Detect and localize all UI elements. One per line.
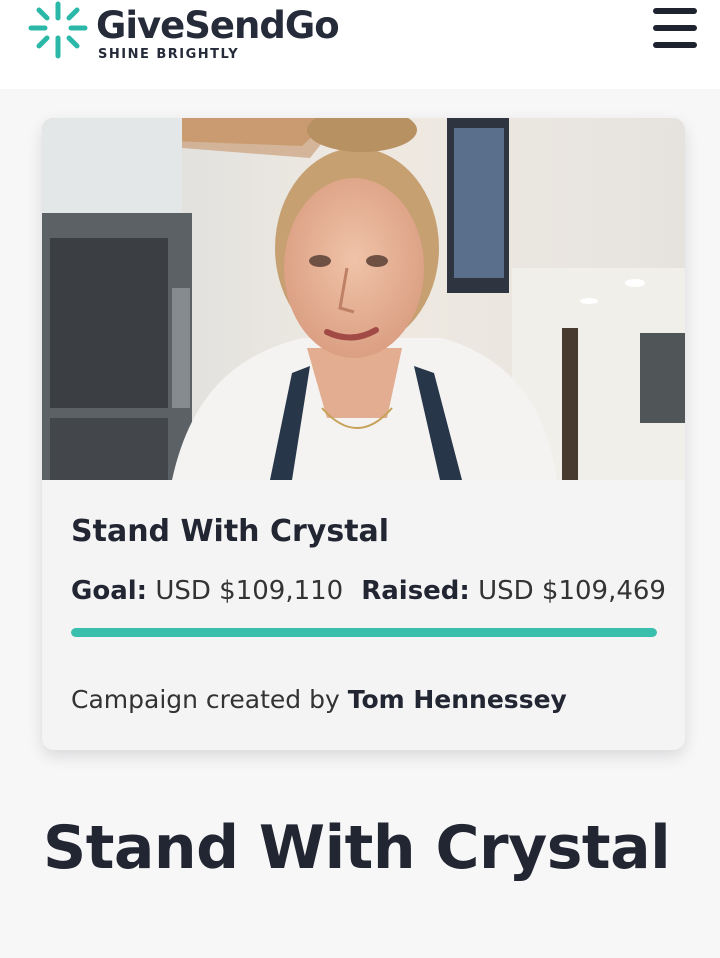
logo-icon[interactable] (27, 0, 89, 62)
campaign-stats: Goal: USD $109,110 Raised: USD $109,469 (71, 576, 666, 606)
progress-bar (71, 628, 657, 637)
site-header: GiveSendGo SHINE BRIGHTLY (0, 0, 720, 89)
creator-prefix: Campaign created by (71, 685, 340, 714)
campaign-card[interactable]: Stand With Crystal Goal: USD $109,110 Rai… (42, 118, 685, 750)
raised-label: Raised: (361, 576, 470, 606)
creator-name[interactable]: Tom Hennessey (348, 685, 567, 714)
hamburger-menu-icon[interactable] (650, 5, 700, 51)
goal-label: Goal: (71, 576, 148, 606)
brand-tagline: SHINE BRIGHTLY (98, 47, 240, 62)
goal-value: USD $109,110 (155, 576, 344, 606)
page-title: Stand With Crystal (43, 813, 671, 883)
brand-name[interactable]: GiveSendGo (96, 4, 340, 47)
progress-bar-fill (71, 628, 657, 637)
campaign-image[interactable] (42, 118, 685, 480)
campaign-card-title[interactable]: Stand With Crystal (71, 514, 389, 549)
raised-value: USD $109,469 (478, 576, 666, 606)
campaign-creator: Campaign created by Tom Hennessey (71, 685, 567, 714)
